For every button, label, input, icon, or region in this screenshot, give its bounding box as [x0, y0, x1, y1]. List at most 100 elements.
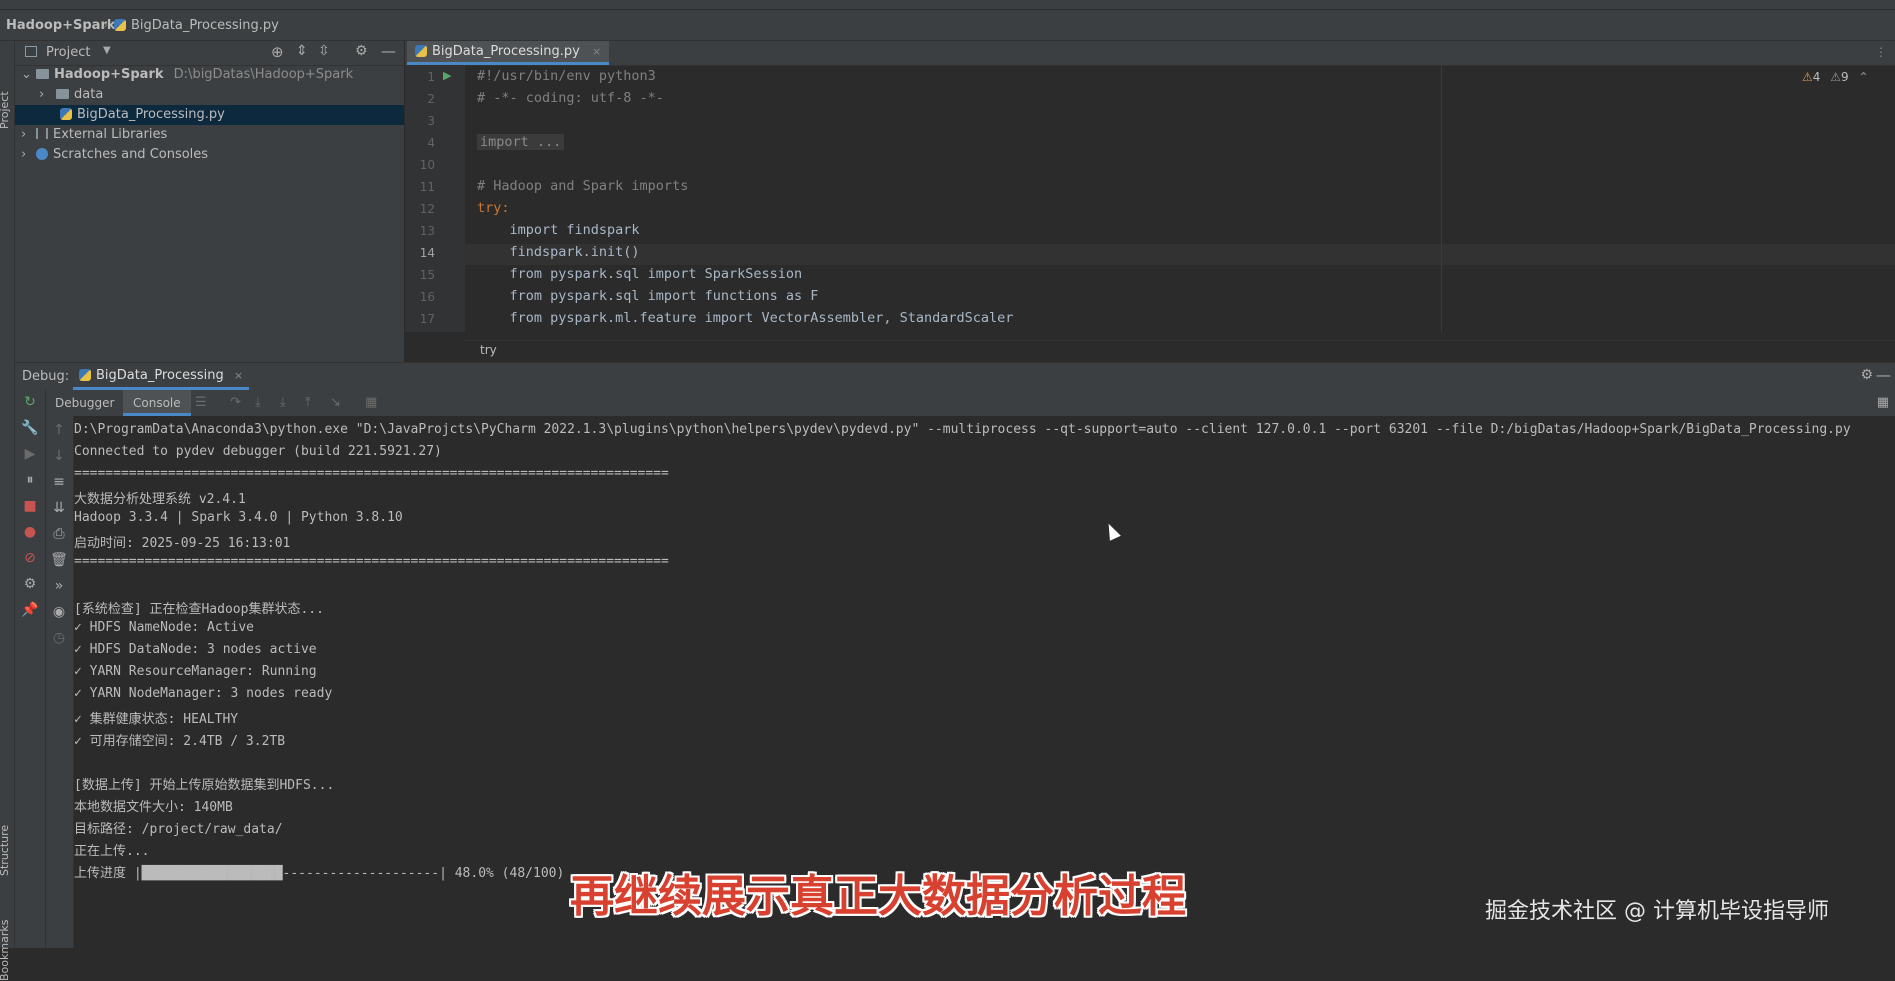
project-panel: Project ▼ ⊕ ⇕ ⇳ ⚙ — ⌄ Hadoop+Spark D:\bi…	[15, 41, 405, 362]
folded-imports[interactable]: import ...	[477, 134, 565, 150]
arrow-up-icon[interactable]: ↑	[48, 422, 70, 438]
bookmarks-tool-button[interactable]: Bookmarks	[0, 920, 11, 981]
close-icon[interactable]: ×	[234, 369, 243, 382]
trash-icon[interactable]: 🗑	[48, 552, 70, 568]
soft-wrap-icon[interactable]: ≡	[48, 474, 70, 490]
wrench-icon[interactable]: 🔧	[19, 420, 41, 436]
run-gutter-icon[interactable]: ▶	[443, 69, 451, 82]
code-line: import findspark	[477, 222, 640, 238]
line-number: 14	[419, 246, 435, 260]
breadcrumb-try[interactable]: try	[480, 343, 497, 357]
console-line: Connected to pydev debugger (build 221.5…	[74, 444, 442, 459]
line-number: 4	[427, 136, 435, 150]
line-number: 1	[427, 70, 435, 84]
pause-icon[interactable]: ⏸	[19, 472, 41, 488]
view-breakpoints-icon[interactable]: ●	[19, 524, 41, 540]
title-strip	[0, 0, 1895, 10]
expand-all-icon[interactable]: ⇕	[296, 43, 308, 59]
project-view-icon	[25, 46, 37, 57]
chevron-up-icon[interactable]: ⌃	[1858, 70, 1868, 84]
chevron-down-icon[interactable]: ▼	[103, 45, 111, 56]
line-number: 12	[419, 202, 435, 216]
code-line: # Hadoop and Spark imports	[477, 178, 689, 194]
tree-item-bigdata-file[interactable]: BigData_Processing.py	[15, 105, 404, 125]
inspection-widget[interactable]: ⚠4 ⚠9 ⌃	[1802, 70, 1869, 84]
video-subtitle: 再继续展示真正大数据分析过程	[570, 871, 1186, 922]
rerun-icon[interactable]: ↻	[19, 394, 41, 410]
locate-icon[interactable]: ⊕	[271, 43, 284, 61]
console-line: ✓ YARN ResourceManager: Running	[74, 664, 317, 679]
scratches-icon	[36, 148, 48, 160]
show-python-prompt-icon[interactable]: »	[48, 578, 70, 594]
pin-icon[interactable]: 📌	[19, 602, 41, 618]
tree-item-scratches[interactable]: › Scratches and Consoles	[15, 145, 404, 165]
folder-icon	[56, 89, 69, 99]
scroll-to-end-icon[interactable]: ⇊	[48, 500, 70, 516]
nav-project-crumb[interactable]: Hadoop+Spark	[6, 18, 116, 33]
python-file-icon	[114, 19, 126, 31]
warning-icon: ⚠	[1802, 70, 1813, 84]
collapse-all-icon[interactable]: ⇳	[318, 43, 330, 59]
console-line: D:\ProgramData\Anaconda3\python.exe "D:\…	[74, 422, 1851, 437]
hide-panel-icon[interactable]: —	[1876, 366, 1891, 384]
tree-item-data-folder[interactable]: › data	[15, 85, 404, 105]
line-number: 17	[419, 312, 435, 326]
code-line: from pyspark.sql import SparkSession	[477, 266, 803, 282]
tab-bigdata-processing[interactable]: BigData_Processing.py ×	[407, 41, 610, 65]
hide-panel-icon[interactable]: —	[381, 42, 396, 60]
console-line: 目标路径: /project/raw_data/	[74, 822, 283, 837]
folder-icon	[36, 69, 49, 79]
console-line: 启动时间: 2025-09-25 16:13:01	[74, 536, 291, 551]
arrow-down-icon[interactable]: ↓	[48, 448, 70, 464]
structure-tool-button[interactable]: Structure	[0, 825, 11, 876]
chevron-down-icon: ⌄	[21, 67, 32, 82]
project-tool-button[interactable]: Project	[0, 91, 11, 129]
tab-console[interactable]: Console	[123, 390, 191, 416]
line-number: 16	[419, 290, 435, 304]
console-toolbar: ↑ ↓ ≡ ⇊ ⎙ 🗑 » ◉ ◷	[46, 416, 74, 948]
tab-menu-icon[interactable]: ⋮	[1875, 45, 1887, 59]
weak-warning-icon: ⚠	[1830, 70, 1841, 84]
tree-item-root[interactable]: ⌄ Hadoop+Spark D:\bigDatas\Hadoop+Spark	[15, 65, 404, 85]
tree-item-external-libraries[interactable]: › External Libraries	[15, 125, 404, 145]
navigation-bar: Hadoop+Spark › BigData_Processing.py	[0, 10, 1895, 41]
python-console-icon[interactable]: ◉	[48, 604, 70, 620]
code-line: findspark.init()	[477, 244, 640, 260]
debug-label: Debug:	[22, 369, 70, 384]
python-file-icon	[415, 45, 427, 57]
debug-session-tab[interactable]: BigData_Processing ×	[73, 363, 250, 390]
history-icon[interactable]: ◷	[48, 630, 70, 646]
code-line: try:	[477, 200, 510, 216]
evaluate-icon[interactable]: ▦	[365, 395, 377, 410]
threads-icon[interactable]: ☰	[195, 395, 207, 410]
gear-icon[interactable]: ⚙	[19, 576, 41, 592]
console-line: ✓ HDFS DataNode: 3 nodes active	[74, 642, 317, 657]
print-icon[interactable]: ⎙	[48, 526, 70, 542]
step-into-icon[interactable]: ⤓	[255, 395, 261, 410]
left-tool-strip: Project Structure Bookmarks	[0, 41, 15, 981]
tab-debugger[interactable]: Debugger	[45, 390, 124, 416]
step-over-icon[interactable]: ↷	[230, 395, 241, 410]
resume-icon[interactable]: ▶	[19, 446, 41, 462]
step-into-my-code-icon[interactable]: ⤓	[280, 395, 286, 410]
code-line: #!/usr/bin/env python3	[477, 68, 656, 84]
step-out-icon[interactable]: ⤒	[305, 395, 311, 410]
nav-file-crumb[interactable]: BigData_Processing.py	[114, 18, 279, 33]
chevron-right-icon: ›	[103, 18, 109, 33]
code-line: from pyspark.sql import functions as F	[477, 288, 819, 304]
close-icon[interactable]: ×	[592, 45, 601, 58]
mute-breakpoints-icon[interactable]: ⊘	[19, 550, 41, 566]
python-file-icon	[79, 369, 91, 381]
watermark: 掘金技术社区 @ 计算机毕设指导师	[1485, 899, 1829, 924]
line-number: 13	[419, 224, 435, 238]
console-line: ✓ 集群健康状态: HEALTHY	[74, 712, 239, 727]
line-number-gutter: 1 ▶ 2 3 4 10 11 12 13 14 15 16 17	[405, 65, 465, 332]
gear-icon[interactable]: ⚙	[1860, 367, 1873, 383]
run-to-cursor-icon[interactable]: ↘	[330, 395, 341, 410]
code-editor[interactable]: #!/usr/bin/env python3 # -*- coding: utf…	[465, 65, 1895, 332]
stop-icon[interactable]: ■	[19, 498, 41, 514]
line-number: 15	[419, 268, 435, 282]
gear-icon[interactable]: ⚙	[355, 43, 368, 59]
project-view-selector[interactable]: Project	[46, 45, 90, 60]
layout-icon[interactable]: ▦	[1877, 395, 1889, 410]
